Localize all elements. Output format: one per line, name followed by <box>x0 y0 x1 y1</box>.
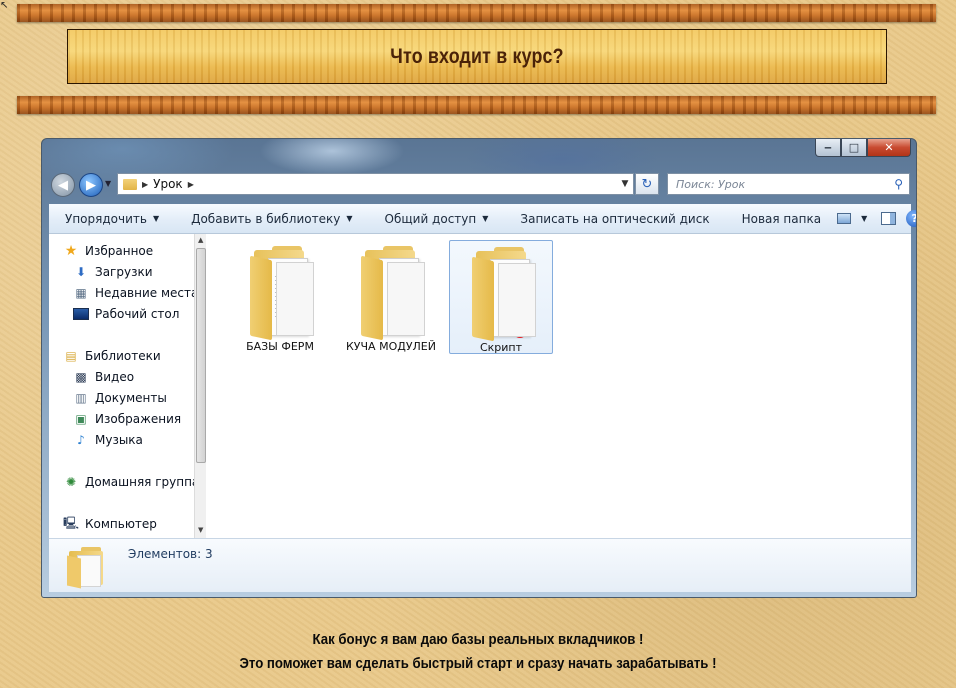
scrollbar-thumb[interactable] <box>196 248 206 463</box>
chevron-down-icon: ▼ <box>346 214 353 223</box>
forward-button[interactable]: ▶ <box>79 173 103 197</box>
maximize-button[interactable]: □ <box>841 139 867 157</box>
nav-item-images[interactable]: ▣ Изображения <box>73 412 181 426</box>
wood-plank-bottom <box>17 96 936 114</box>
images-icon: ▣ <box>75 412 87 426</box>
navigation-pane: ★ Избранное ⬇ Загрузки ▦ Недавние места Раб… <box>49 234 206 538</box>
address-bar[interactable]: ▶ Урок ▶ ▼ <box>117 173 634 195</box>
nav-item-downloads[interactable]: ⬇ Загрузки <box>73 265 153 279</box>
share-label: Общий доступ <box>384 211 477 226</box>
search-icon[interactable]: ⚲ <box>894 177 903 191</box>
chevron-down-icon: ▼ <box>482 214 489 223</box>
folder-icon <box>361 244 425 341</box>
nav-item-libraries[interactable]: ▤ Библиотеки <box>63 349 161 363</box>
command-bar: Упорядочить ▼ Добавить в библиотеку ▼ Общи… <box>49 204 916 234</box>
recent-places-icon: ▦ <box>75 286 87 300</box>
nav-label: Компьютер <box>85 517 157 531</box>
libraries-icon: ▤ <box>65 349 77 363</box>
folder-icon <box>123 178 137 190</box>
view-dropdown-icon[interactable]: ▼ <box>861 214 867 223</box>
folder-icon <box>67 547 107 589</box>
search-placeholder: Поиск: Урок <box>676 177 746 191</box>
add-to-library-label: Добавить в библиотеку <box>191 211 341 226</box>
explorer-window: ‒ □ ✕ ◀ ▶ ▼ ▶ Урок ▶ ▼ ↻ Поиск: Урок ⚲ У… <box>41 138 917 598</box>
homegroup-icon: ✺ <box>65 475 77 489</box>
nav-label: Загрузки <box>95 265 153 279</box>
item-count: Элементов: 3 <box>128 547 213 561</box>
view-controls: ▼ ? <box>837 210 916 227</box>
preview-pane-icon[interactable] <box>881 212 897 225</box>
scroll-up-icon[interactable]: ▲ <box>198 236 203 244</box>
nav-item-documents[interactable]: ▥ Документы <box>73 391 167 405</box>
breadcrumb-arrow-icon[interactable]: ▶ <box>188 180 194 189</box>
nav-label: Документы <box>95 391 167 405</box>
folder-item[interactable]: БАЗЫ ФЕРМ <box>228 240 332 354</box>
help-icon[interactable]: ? <box>906 210 916 227</box>
nav-label: Изображения <box>95 412 182 426</box>
recent-pages-dropdown-icon[interactable]: ▼ <box>105 179 111 188</box>
bonus-text: Это поможет вам сделать быстрый старт и … <box>239 655 717 672</box>
file-list: БАЗЫ ФЕРМ КУЧА МОДУЛЕЙ Скрипт <box>206 234 911 538</box>
file-name: БАЗЫ ФЕРМ <box>246 340 314 353</box>
nav-label: Видео <box>95 370 135 384</box>
details-pane: Элементов: 3 <box>49 538 911 592</box>
bonus-text: Как бонус я вам даю базы реальных вкладч… <box>312 631 644 648</box>
nav-label: Недавние места <box>95 286 199 300</box>
documents-icon: ▥ <box>75 391 87 405</box>
new-folder-label: Новая папка <box>741 211 822 226</box>
nav-label: Избранное <box>85 244 154 258</box>
nav-item-music[interactable]: ♪ Музыка <box>73 433 143 447</box>
refresh-button[interactable]: ↻ <box>635 173 659 195</box>
page-title: Что входит в курс? <box>390 44 564 68</box>
scroll-down-icon[interactable]: ▼ <box>198 526 203 534</box>
add-to-library-button[interactable]: Добавить в библиотеку ▼ <box>175 212 368 226</box>
file-name: Скрипт <box>479 341 523 354</box>
nav-item-recent[interactable]: ▦ Недавние места <box>73 286 198 300</box>
wood-plank-top <box>17 4 936 22</box>
back-button[interactable]: ◀ <box>51 173 75 197</box>
search-input[interactable]: Поиск: Урок ⚲ <box>667 173 910 195</box>
page: { "page": { "title": "Что входит в курс?… <box>0 0 956 688</box>
title-banner: Что входит в курс? <box>67 29 887 84</box>
video-icon: ▩ <box>75 370 87 384</box>
change-view-icon[interactable] <box>837 213 852 224</box>
address-dropdown-icon[interactable]: ▼ <box>617 179 633 189</box>
nav-label: Домашняя группа <box>85 475 200 489</box>
cursor-icon: ↖ <box>0 0 9 11</box>
organize-button[interactable]: Упорядочить ▼ <box>49 212 175 226</box>
file-name: КУЧА МОДУЛЕЙ <box>346 340 436 353</box>
share-button[interactable]: Общий доступ ▼ <box>369 212 505 226</box>
folder-item[interactable]: КУЧА МОДУЛЕЙ <box>339 240 443 354</box>
chevron-down-icon: ▼ <box>152 214 160 223</box>
star-icon: ★ <box>64 243 78 259</box>
burn-button[interactable]: Записать на оптический диск <box>504 212 725 226</box>
folder-item-selected[interactable]: Скрипт <box>449 240 553 354</box>
computer-icon: 🖳 <box>63 515 80 530</box>
folder-icon <box>250 244 314 341</box>
nav-item-computer[interactable]: 🖳 Компьютер <box>63 515 157 532</box>
nav-scrollbar[interactable]: ▲ ▼ <box>194 234 206 538</box>
nav-item-homegroup[interactable]: ✺ Домашняя группа <box>63 475 199 489</box>
breadcrumb-item[interactable]: Урок <box>153 177 183 191</box>
nav-item-video[interactable]: ▩ Видео <box>73 370 134 384</box>
organize-label: Упорядочить <box>65 211 147 226</box>
music-icon: ♪ <box>77 433 85 447</box>
desktop-icon <box>73 307 89 321</box>
caption-buttons: ‒ □ ✕ <box>815 139 911 157</box>
nav-item-desktop[interactable]: Рабочий стол <box>73 307 179 321</box>
bonus-text-line1: Как бонус я вам даю базы реальных вкладч… <box>0 631 956 648</box>
nav-label: Музыка <box>95 433 143 447</box>
nav-label: Библиотеки <box>85 349 161 363</box>
folder-icon <box>472 245 536 342</box>
bonus-text-line2: Это поможет вам сделать быстрый старт и … <box>0 655 956 672</box>
minimize-button[interactable]: ‒ <box>815 139 841 157</box>
new-folder-button[interactable]: Новая папка <box>726 212 837 226</box>
close-button[interactable]: ✕ <box>867 139 911 157</box>
burn-label: Записать на оптический диск <box>520 211 710 226</box>
breadcrumb-arrow-icon[interactable]: ▶ <box>142 180 148 189</box>
nav-item-favorites[interactable]: ★ Избранное <box>63 243 154 259</box>
nav-label: Рабочий стол <box>95 307 180 321</box>
downloads-icon: ⬇ <box>75 265 87 279</box>
